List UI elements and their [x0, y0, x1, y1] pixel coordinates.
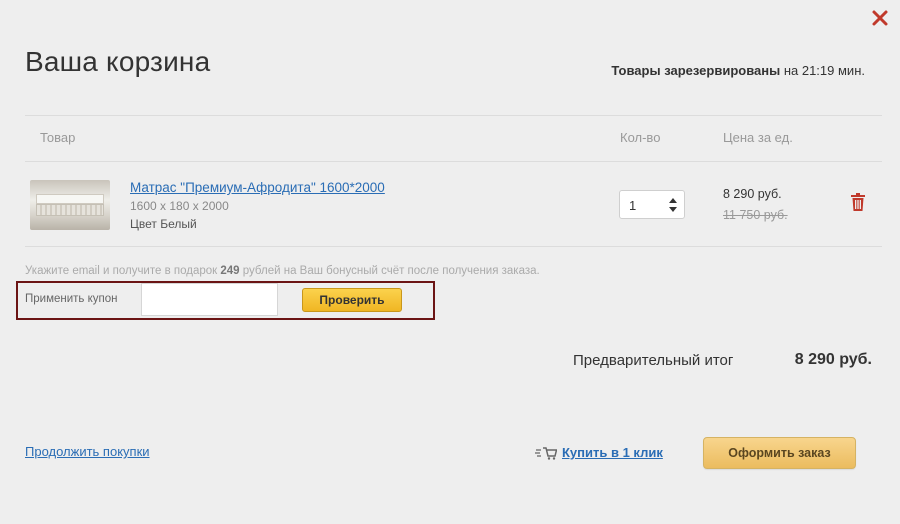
- subtotal-label: Предварительный итог: [573, 352, 734, 369]
- reservation-status: Товары зарезервированы на 21:19 мин.: [611, 63, 865, 78]
- product-color: Цвет Белый: [130, 217, 197, 231]
- checkout-button[interactable]: Оформить заказ: [703, 437, 856, 469]
- divider: [25, 246, 882, 247]
- spinner-arrows-icon[interactable]: [668, 196, 678, 214]
- divider: [25, 161, 882, 162]
- continue-shopping-link[interactable]: Продолжить покупки: [25, 444, 150, 459]
- column-header-product: Товар: [40, 130, 76, 145]
- subtotal-value: 8 290 руб.: [794, 351, 872, 368]
- coupon-input[interactable]: [141, 283, 278, 316]
- product-name-link[interactable]: Матрас "Премиум-Афродита" 1600*2000: [130, 180, 385, 195]
- page-title: Ваша корзина: [25, 46, 211, 77]
- buy-one-click-link[interactable]: Купить в 1 клик: [535, 444, 663, 460]
- column-header-price: Цена за ед.: [723, 130, 793, 145]
- unit-price: 8 290 руб.: [723, 187, 782, 201]
- product-image[interactable]: [30, 180, 110, 230]
- old-price: 11 750 руб.: [723, 208, 788, 222]
- product-size: 1600 x 180 x 2000: [130, 199, 229, 213]
- cart-one-click-icon: [535, 446, 557, 460]
- column-header-qty: Кол-во: [620, 130, 661, 145]
- buy-one-click-label: Купить в 1 клик: [562, 445, 663, 461]
- close-icon[interactable]: [871, 9, 889, 27]
- quantity-stepper[interactable]: 1: [619, 190, 685, 219]
- divider: [25, 115, 882, 116]
- bonus-amount: 249: [220, 265, 240, 277]
- reservation-label: Товары зарезервированы: [611, 63, 781, 78]
- coupon-label: Применить купон: [25, 293, 118, 305]
- trash-icon[interactable]: [851, 193, 865, 211]
- quantity-value: 1: [629, 198, 637, 213]
- bonus-note: Укажите email и получите в подарок 249 р…: [25, 265, 540, 277]
- reservation-time: на 21:19 мин.: [780, 63, 865, 78]
- check-coupon-button[interactable]: Проверить: [302, 288, 402, 312]
